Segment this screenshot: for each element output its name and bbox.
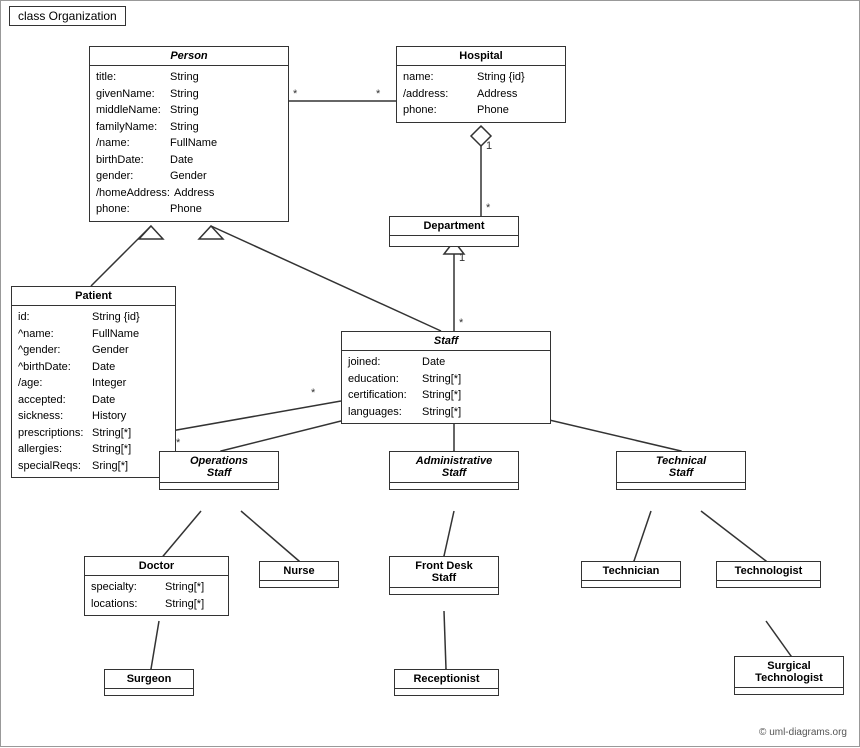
doctor-attrs: specialty:String[*] locations:String[*] bbox=[85, 576, 228, 615]
svg-text:*: * bbox=[176, 437, 181, 449]
diagram-title: class Organization bbox=[9, 6, 126, 26]
surgical-technologist-title: SurgicalTechnologist bbox=[735, 657, 843, 688]
technical-staff-attrs bbox=[617, 483, 745, 489]
staff-title: Staff bbox=[342, 332, 550, 351]
department-attrs bbox=[390, 236, 518, 246]
technologist-title: Technologist bbox=[717, 562, 820, 581]
patient-title: Patient bbox=[12, 287, 175, 306]
receptionist-attrs bbox=[395, 689, 498, 695]
svg-text:1: 1 bbox=[486, 140, 492, 152]
copyright: © uml-diagrams.org bbox=[759, 727, 847, 738]
hospital-attrs: name:String {id} /address:Address phone:… bbox=[397, 66, 565, 122]
nurse-attrs bbox=[260, 581, 338, 587]
technician-attrs bbox=[582, 581, 680, 587]
doctor-title: Doctor bbox=[85, 557, 228, 576]
front-desk-staff-class: Front DeskStaff bbox=[389, 556, 499, 595]
svg-text:*: * bbox=[293, 88, 298, 100]
staff-class: Staff joined:Date education:String[*] ce… bbox=[341, 331, 551, 424]
technician-title: Technician bbox=[582, 562, 680, 581]
department-class: Department bbox=[389, 216, 519, 247]
operations-staff-title: OperationsStaff bbox=[160, 452, 278, 483]
doctor-class: Doctor specialty:String[*] locations:Str… bbox=[84, 556, 229, 616]
svg-text:1: 1 bbox=[459, 252, 465, 264]
nurse-class: Nurse bbox=[259, 561, 339, 588]
svg-text:*: * bbox=[376, 88, 381, 100]
surgical-technologist-attrs bbox=[735, 688, 843, 694]
administrative-staff-title: AdministrativeStaff bbox=[390, 452, 518, 483]
receptionist-title: Receptionist bbox=[395, 670, 498, 689]
diagram-canvas: * * 1 * 1 * * * bbox=[0, 0, 860, 747]
person-class: Person title:String givenName:String mid… bbox=[89, 46, 289, 222]
technician-class: Technician bbox=[581, 561, 681, 588]
svg-text:*: * bbox=[459, 317, 464, 329]
administrative-staff-attrs bbox=[390, 483, 518, 489]
svg-text:*: * bbox=[486, 202, 491, 214]
patient-attrs: id:String {id} ^name:FullName ^gender:Ge… bbox=[12, 306, 175, 477]
technologist-attrs bbox=[717, 581, 820, 587]
technical-staff-class: TechnicalStaff bbox=[616, 451, 746, 490]
person-attrs: title:String givenName:String middleName… bbox=[90, 66, 288, 221]
front-desk-staff-attrs bbox=[390, 588, 498, 594]
technical-staff-title: TechnicalStaff bbox=[617, 452, 745, 483]
nurse-title: Nurse bbox=[260, 562, 338, 581]
technologist-class: Technologist bbox=[716, 561, 821, 588]
hospital-title: Hospital bbox=[397, 47, 565, 66]
person-title: Person bbox=[90, 47, 288, 66]
department-title: Department bbox=[390, 217, 518, 236]
operations-staff-class: OperationsStaff bbox=[159, 451, 279, 490]
staff-attrs: joined:Date education:String[*] certific… bbox=[342, 351, 550, 423]
surgical-technologist-class: SurgicalTechnologist bbox=[734, 656, 844, 695]
front-desk-staff-title: Front DeskStaff bbox=[390, 557, 498, 588]
surgeon-attrs bbox=[105, 689, 193, 695]
operations-staff-attrs bbox=[160, 483, 278, 489]
surgeon-class: Surgeon bbox=[104, 669, 194, 696]
administrative-staff-class: AdministrativeStaff bbox=[389, 451, 519, 490]
surgeon-title: Surgeon bbox=[105, 670, 193, 689]
patient-class: Patient id:String {id} ^name:FullName ^g… bbox=[11, 286, 176, 478]
svg-text:*: * bbox=[311, 387, 316, 399]
receptionist-class: Receptionist bbox=[394, 669, 499, 696]
hospital-class: Hospital name:String {id} /address:Addre… bbox=[396, 46, 566, 123]
